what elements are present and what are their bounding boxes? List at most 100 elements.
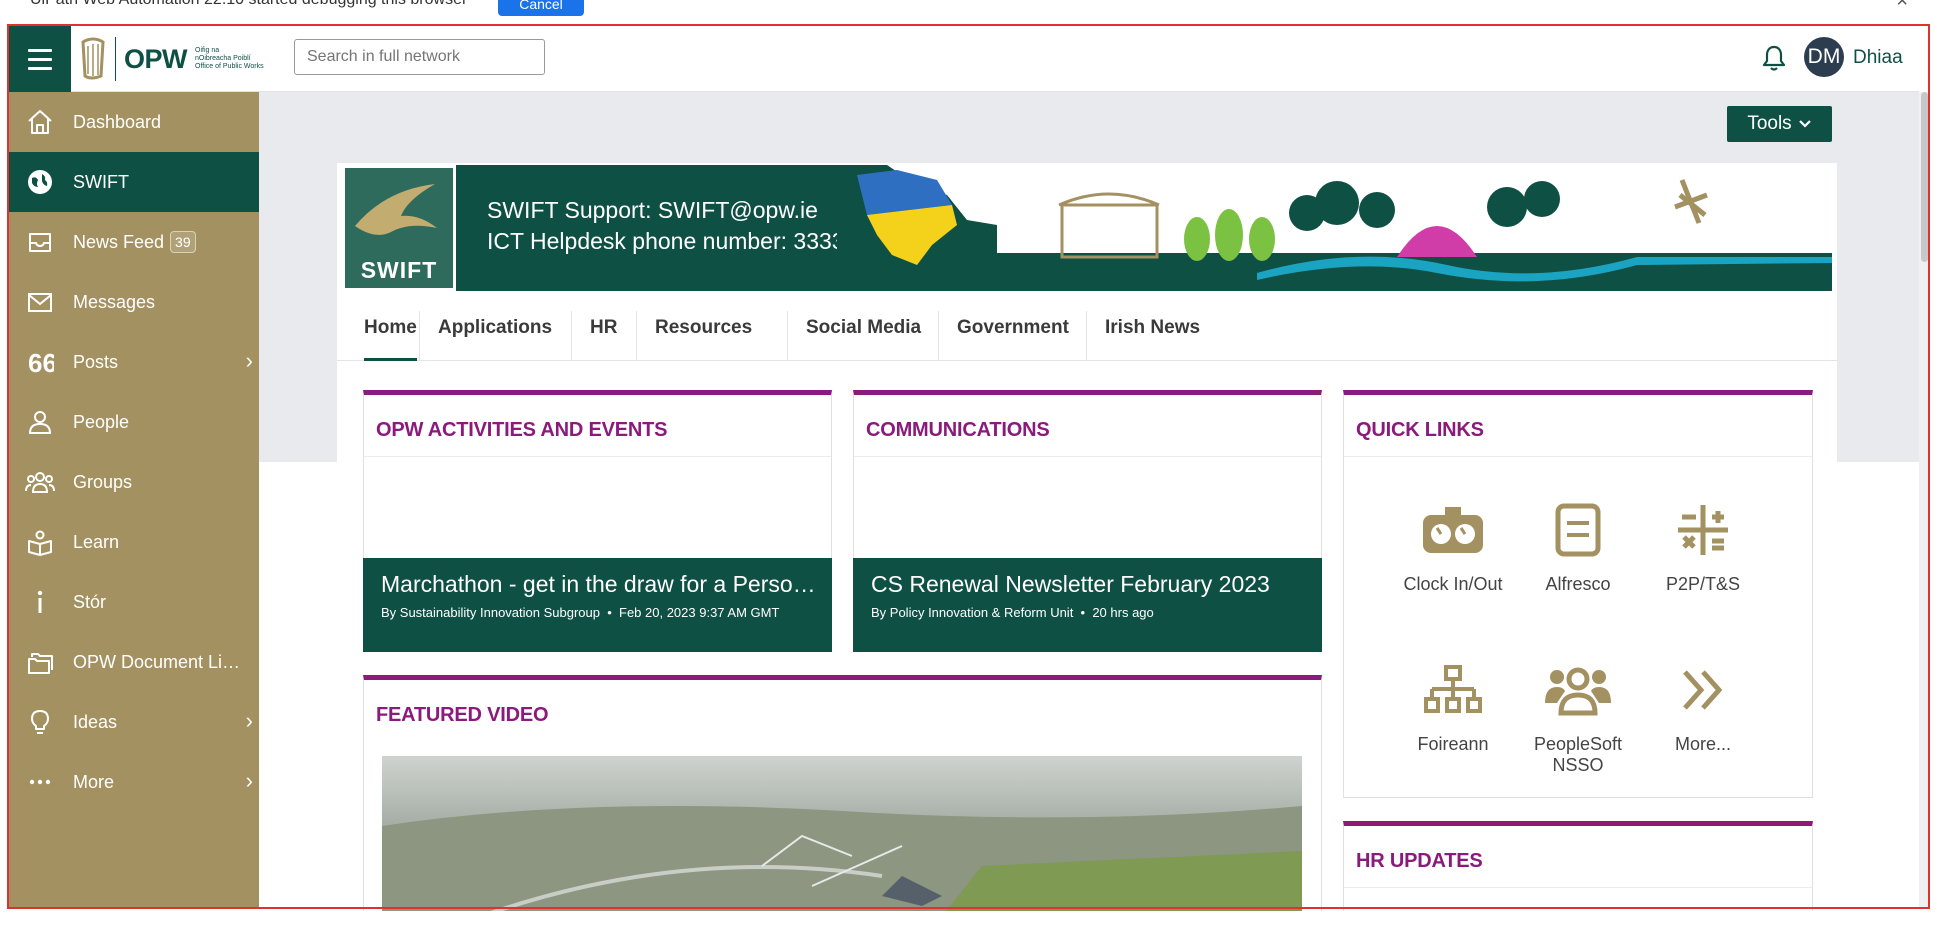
user-avatar[interactable]: DM bbox=[1804, 37, 1844, 77]
sidebar-item-groups[interactable]: Groups bbox=[9, 452, 259, 512]
quick-link-foireann[interactable]: Foireann bbox=[1391, 660, 1515, 755]
quick-link-more[interactable]: More... bbox=[1641, 660, 1765, 755]
menu-line bbox=[28, 48, 52, 52]
logo-sub-line: Oifig na bbox=[195, 47, 220, 54]
card-divider bbox=[1344, 456, 1812, 457]
sidebar-item-dashboard[interactable]: Dashboard bbox=[9, 92, 259, 152]
sidebar-item-label: More bbox=[73, 771, 115, 792]
opw-activities-card: OPW Activities and Events Marchathon - g… bbox=[363, 390, 832, 652]
sidebar-item-ideas[interactable]: Ideas › bbox=[9, 692, 259, 752]
tab-social-media[interactable]: Social Media bbox=[787, 311, 939, 361]
quick-link-peoplesoft-nsso[interactable]: PeopleSoft NSSO bbox=[1516, 660, 1640, 776]
quote-icon: 66 bbox=[24, 346, 56, 378]
sidebar-item-document-library[interactable]: OPW Document Library bbox=[9, 632, 259, 692]
chevron-down-icon bbox=[1798, 120, 1811, 128]
quick-link-label: P2P/T&S bbox=[1665, 574, 1741, 594]
quick-link-clock-in-out[interactable]: Clock In/Out bbox=[1391, 500, 1515, 595]
tab-label: Applications bbox=[438, 317, 553, 338]
quick-link-p2p-ts[interactable]: P2P/T&S bbox=[1641, 500, 1765, 595]
svg-text:66: 66 bbox=[28, 348, 54, 376]
sidebar-item-news-feed[interactable]: News Feed 39 bbox=[9, 212, 259, 272]
tab-label: HR bbox=[590, 317, 618, 338]
support-info: SWIFT Support: SWIFT@opw.ie ICT Helpdesk… bbox=[487, 195, 845, 257]
communications-card: Communications CS Renewal Newsletter Feb… bbox=[853, 390, 1322, 652]
cancel-debug-button[interactable]: Cancel bbox=[498, 0, 584, 16]
tab-label: Resources bbox=[655, 317, 753, 338]
swift-banner: SWIFT SWIFT Support: SWIFT@opw.ie ICT He… bbox=[342, 165, 1832, 291]
quick-link-label: Foireann bbox=[1417, 734, 1489, 754]
chevron-right-icon: › bbox=[245, 708, 253, 733]
debug-banner: UiPath Web Automation 22.10 started debu… bbox=[0, 0, 1938, 24]
sidebar-item-label: People bbox=[73, 411, 130, 432]
home-icon bbox=[24, 106, 56, 138]
chevron-right-icon: › bbox=[245, 348, 253, 373]
quick-link-label: More... bbox=[1674, 734, 1731, 754]
sidebar: Dashboard SWIFT News Feed 39 Messages 66… bbox=[9, 92, 259, 909]
card-title: HR Updates bbox=[1356, 850, 1483, 872]
tab-government[interactable]: Government bbox=[938, 311, 1087, 361]
sidebar-item-people[interactable]: People bbox=[9, 392, 259, 452]
logo-text: OPW bbox=[124, 43, 188, 74]
sidebar-item-swift[interactable]: SWIFT bbox=[9, 152, 259, 212]
top-bar: OPW Oifig na nOibreacha Poiblí Office of… bbox=[9, 26, 1919, 92]
landscape-illustration bbox=[837, 165, 1832, 291]
swift-logo[interactable]: SWIFT bbox=[342, 165, 456, 291]
card-title: OPW Activities and Events bbox=[376, 419, 668, 441]
sidebar-item-posts[interactable]: 66 Posts › bbox=[9, 332, 259, 392]
opw-logo[interactable]: OPW Oifig na nOibreacha Poiblí Office of… bbox=[79, 34, 264, 84]
people-icon bbox=[1543, 660, 1613, 720]
news-item[interactable]: Marchathon - get in the draw for a Perso… bbox=[363, 558, 832, 652]
sidebar-item-label: News Feed bbox=[73, 231, 165, 252]
folder-icon bbox=[24, 646, 56, 678]
quick-link-label: Alfresco bbox=[1545, 574, 1611, 594]
sidebar-item-label: Learn bbox=[73, 531, 120, 552]
news-title[interactable]: Marchathon - get in the draw for a Perso… bbox=[381, 571, 816, 598]
news-item[interactable]: CS Renewal Newsletter February 2023 By P… bbox=[853, 558, 1322, 652]
news-author[interactable]: By Policy Innovation & Reform Unit bbox=[871, 605, 1073, 620]
helpdesk-phone-text: ICT Helpdesk phone number: 3333 bbox=[487, 228, 845, 254]
sidebar-item-label: SWIFT bbox=[73, 171, 129, 192]
sidebar-item-label: Posts bbox=[73, 351, 119, 372]
menu-toggle-button[interactable] bbox=[9, 26, 71, 92]
sidebar-item-label: Dashboard bbox=[73, 111, 162, 132]
quick-links-card: Quick Links Clock In/Out Alfresco P2P/T&… bbox=[1343, 390, 1813, 798]
news-title[interactable]: CS Renewal Newsletter February 2023 bbox=[871, 571, 1306, 598]
quick-link-alfresco[interactable]: Alfresco bbox=[1516, 500, 1640, 595]
card-title: Quick Links bbox=[1356, 419, 1484, 441]
sidebar-item-label: Stór bbox=[73, 591, 107, 612]
sidebar-item-more[interactable]: More › bbox=[9, 752, 259, 812]
globe-icon bbox=[24, 166, 56, 198]
document-icon bbox=[1543, 500, 1613, 560]
scrollbar-thumb[interactable] bbox=[1921, 92, 1928, 262]
tab-hr[interactable]: HR bbox=[571, 311, 635, 361]
content-area: SWIFT SWIFT Support: SWIFT@opw.ie ICT He… bbox=[337, 163, 1837, 921]
org-chart-icon bbox=[1418, 660, 1488, 720]
search-input[interactable] bbox=[294, 39, 545, 75]
video-thumbnail bbox=[382, 806, 1302, 916]
tools-dropdown-button[interactable]: Tools bbox=[1727, 106, 1832, 142]
sidebar-item-label: Messages bbox=[73, 291, 156, 312]
sidebar-item-stor[interactable]: Stór bbox=[9, 572, 259, 632]
tab-irish-news[interactable]: Irish News bbox=[1086, 311, 1218, 361]
news-feed-count-badge: 39 bbox=[170, 231, 196, 253]
close-debug-icon[interactable]: × bbox=[1896, 0, 1908, 13]
inbox-icon bbox=[24, 226, 56, 258]
card-title: Communications bbox=[866, 419, 1050, 441]
sidebar-item-label: OPW Document Library bbox=[73, 651, 249, 672]
chevron-right-icon: › bbox=[245, 768, 253, 793]
learn-icon bbox=[24, 526, 56, 558]
tab-resources[interactable]: Resources bbox=[636, 311, 770, 361]
card-divider bbox=[364, 456, 831, 457]
user-name[interactable]: Dhiaa bbox=[1853, 47, 1903, 69]
news-author[interactable]: By Sustainability Innovation Subgroup bbox=[381, 605, 600, 620]
notification-bell-icon[interactable] bbox=[1761, 44, 1787, 72]
banner-illustration bbox=[837, 165, 1832, 291]
tab-applications[interactable]: Applications bbox=[419, 311, 570, 361]
logo-subtext: Oifig na nOibreacha Poiblí Office of Pub… bbox=[195, 47, 264, 71]
page-scrollbar[interactable] bbox=[1919, 92, 1930, 909]
video-player[interactable] bbox=[382, 756, 1302, 916]
tab-label: Social Media bbox=[806, 317, 922, 338]
sidebar-item-learn[interactable]: Learn bbox=[9, 512, 259, 572]
sidebar-item-messages[interactable]: Messages bbox=[9, 272, 259, 332]
info-icon bbox=[24, 586, 56, 618]
